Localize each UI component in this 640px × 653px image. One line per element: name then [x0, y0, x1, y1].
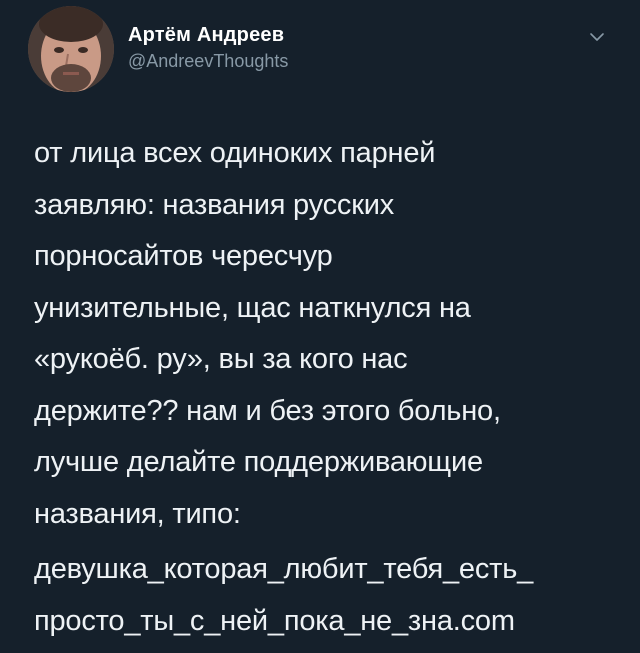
chevron-down-icon[interactable] [586, 28, 608, 46]
avatar-image [28, 6, 114, 92]
tweet-card: Артём Андреев @AndreevThoughts от лица в… [0, 0, 640, 653]
author-handle[interactable]: @AndreevThoughts [128, 51, 288, 72]
tweet-text: от лица всех одиноких парней заявляю: на… [34, 137, 501, 530]
author-display-name[interactable]: Артём Андреев [128, 24, 288, 47]
tweet-text-example: девушка_которая_любит_тебя_есть_ просто_… [34, 553, 534, 637]
avatar[interactable] [28, 6, 114, 92]
author-block: Артём Андреев @AndreevThoughts [128, 24, 288, 72]
tweet-header: Артём Андреев @AndreevThoughts [28, 6, 618, 96]
